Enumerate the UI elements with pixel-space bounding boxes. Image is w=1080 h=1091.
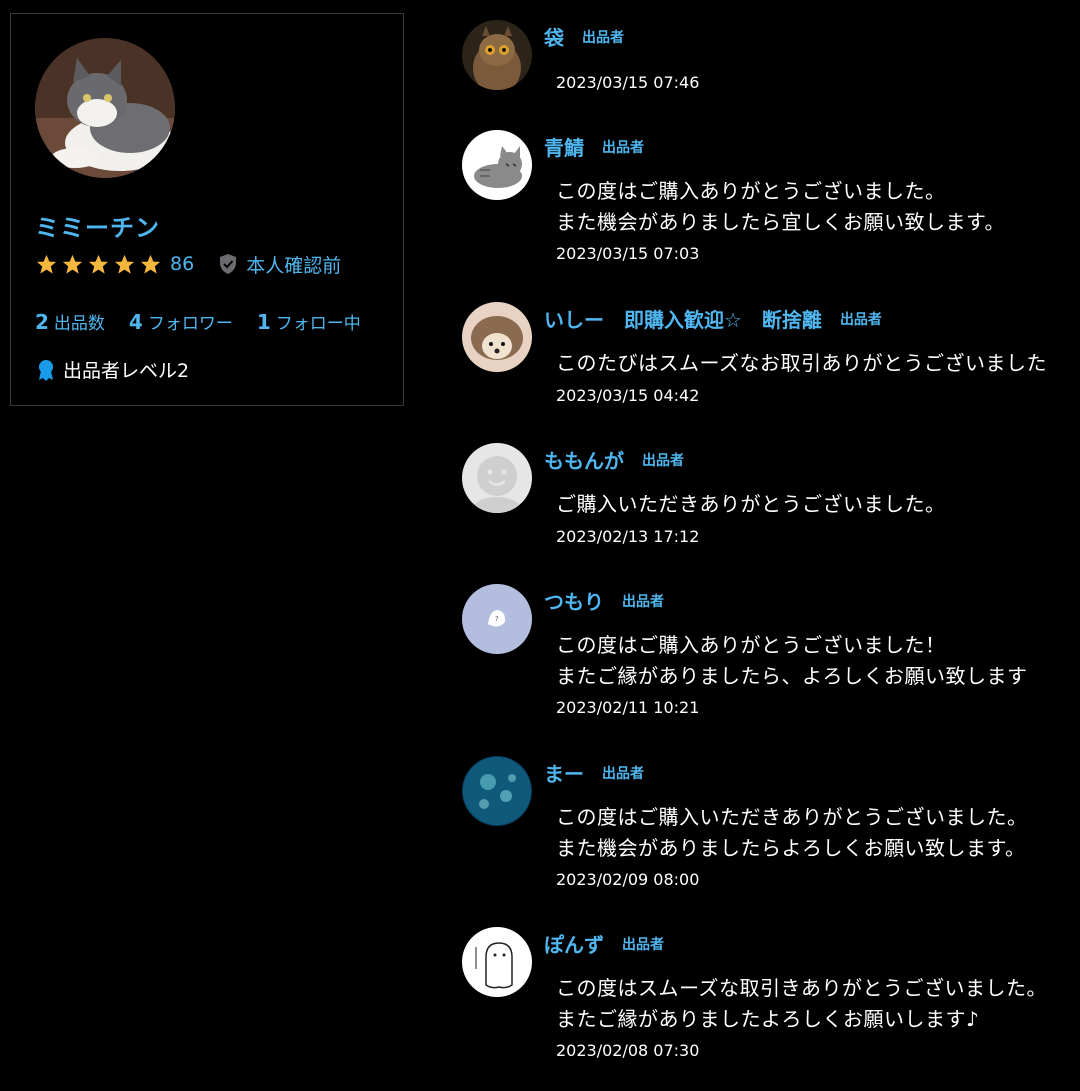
review-text-line: また機会がありましたらよろしくお願い致します。 bbox=[556, 836, 1026, 860]
reviewer-avatar[interactable]: ? bbox=[462, 584, 532, 654]
review-text-line: またご縁がありましたら、よろしくお願い致します bbox=[556, 664, 1028, 688]
stat-label: フォロワー bbox=[147, 314, 233, 334]
gray-cat-illustration-avatar-icon bbox=[462, 130, 532, 200]
reviewer-name[interactable]: まー bbox=[544, 758, 584, 787]
review-text-line: この度はご購入ありがとうございました！ bbox=[556, 633, 946, 657]
reviewer-avatar[interactable] bbox=[462, 443, 532, 513]
reviewer-avatar[interactable] bbox=[462, 927, 532, 997]
verification-status: 本人確認前 bbox=[218, 251, 341, 278]
review-text-line: ご購入いただきありがとうございました。 bbox=[556, 492, 946, 516]
profile-avatar[interactable] bbox=[35, 38, 175, 178]
reviewer-name[interactable]: つもり bbox=[544, 586, 604, 615]
review-date: 2023/02/11 10:21 bbox=[556, 698, 700, 717]
svg-text:?: ? bbox=[495, 615, 499, 623]
seller-level: 出品者レベル2 bbox=[35, 356, 189, 383]
star-icon bbox=[114, 254, 135, 274]
review-date: 2023/02/09 08:00 bbox=[556, 870, 700, 889]
reviewer-name-row: ぽんず 出品者 bbox=[544, 929, 664, 958]
seller-tag: 出品者 bbox=[602, 765, 644, 782]
reviewer-name[interactable]: ももんが bbox=[544, 445, 624, 474]
reviewer-name[interactable]: いしー 即購入歓迎☆ 断捨離 bbox=[544, 304, 822, 333]
review-date: 2023/03/15 07:46 bbox=[556, 73, 700, 92]
stat-number: 2 bbox=[35, 310, 49, 334]
reviewer-name-row: 袋 出品者 bbox=[544, 22, 624, 51]
review-date: 2023/03/15 04:42 bbox=[556, 386, 700, 405]
review-text-line: このたびはスムーズなお取引ありがとうございました bbox=[556, 351, 1047, 375]
shield-check-icon bbox=[220, 254, 237, 274]
seller-tag: 出品者 bbox=[622, 593, 664, 610]
review-date: 2023/02/08 07:30 bbox=[556, 1041, 700, 1060]
profile-name: ミミーチン bbox=[35, 214, 160, 242]
seller-tag: 出品者 bbox=[622, 936, 664, 953]
rating-row[interactable]: 86 本人確認前 bbox=[35, 251, 341, 278]
stat-followers[interactable]: 4 フォロワー bbox=[129, 309, 233, 334]
star-icon bbox=[140, 254, 161, 274]
stats-row: 2 出品数 4 フォロワー 1 フォロー中 bbox=[35, 309, 385, 334]
reviewer-avatar[interactable] bbox=[462, 130, 532, 200]
reviewer-avatar[interactable] bbox=[462, 756, 532, 826]
profile-card: ミミーチン 86 本人確認前 2 出品数 4 フォロワー 1 フォロー中 出品者… bbox=[10, 13, 404, 406]
reviewer-avatar[interactable] bbox=[462, 20, 532, 90]
jellyfish-photo-avatar-icon bbox=[462, 756, 532, 826]
star-icon bbox=[88, 254, 109, 274]
review-text-line: この度はご購入いただきありがとうございました。 bbox=[556, 805, 1028, 829]
stat-label: 出品数 bbox=[53, 314, 105, 334]
hedgehog-photo-avatar-icon bbox=[462, 302, 532, 372]
review-text-line: またご縁がありましたよろしくお願いします♪ bbox=[556, 1007, 980, 1031]
seller-tag: 出品者 bbox=[582, 29, 624, 46]
cat-photo-avatar-icon bbox=[35, 38, 175, 178]
rating-stars bbox=[35, 253, 162, 276]
reviewer-name[interactable]: 袋 bbox=[544, 22, 564, 51]
star-icon bbox=[62, 254, 83, 274]
rice-ball-illustration-avatar-icon: ? bbox=[462, 584, 532, 654]
review-text-line: また機会がありましたら宜しくお願い致します。 bbox=[556, 210, 1005, 234]
seller-tag: 出品者 bbox=[839, 311, 882, 328]
badge-icon bbox=[39, 359, 53, 381]
review-text-line: この度はご購入ありがとうございました。 bbox=[556, 179, 946, 203]
seller-tag: 出品者 bbox=[642, 452, 684, 469]
reviewer-name-row: つもり 出品者 bbox=[544, 586, 664, 615]
reviewer-name-row: いしー 即購入歓迎☆ 断捨離 出品者 bbox=[544, 304, 882, 333]
review-text-line: この度はスムーズな取引きありがとうございました。 bbox=[556, 976, 1047, 1000]
reviewer-name-row: 青鯖 出品者 bbox=[544, 132, 644, 161]
stat-label: フォロー中 bbox=[275, 314, 361, 334]
seller-level-label: 出品者レベル2 bbox=[63, 360, 190, 382]
stat-following[interactable]: 1 フォロー中 bbox=[257, 309, 361, 334]
default-user-avatar-icon bbox=[462, 443, 532, 513]
seller-tag: 出品者 bbox=[602, 139, 644, 156]
reviewer-name[interactable]: 青鯖 bbox=[544, 132, 584, 161]
stat-listings[interactable]: 2 出品数 bbox=[35, 309, 105, 334]
stat-number: 4 bbox=[128, 310, 143, 334]
reviewer-avatar[interactable] bbox=[462, 302, 532, 372]
verification-label: 本人確認前 bbox=[246, 254, 342, 277]
rating-count[interactable]: 86 bbox=[170, 253, 194, 275]
reviewer-name-row: ももんが 出品者 bbox=[544, 445, 684, 474]
review-date: 2023/02/13 17:12 bbox=[556, 527, 700, 546]
owl-photo-avatar-icon bbox=[462, 20, 532, 90]
stat-number: 1 bbox=[256, 310, 271, 334]
reviewer-name[interactable]: ぽんず bbox=[544, 929, 604, 958]
review-date: 2023/03/15 07:03 bbox=[556, 244, 700, 263]
star-icon bbox=[36, 254, 57, 274]
reviewer-name-row: まー 出品者 bbox=[544, 758, 644, 787]
ghost-sketch-avatar-icon bbox=[462, 927, 532, 997]
